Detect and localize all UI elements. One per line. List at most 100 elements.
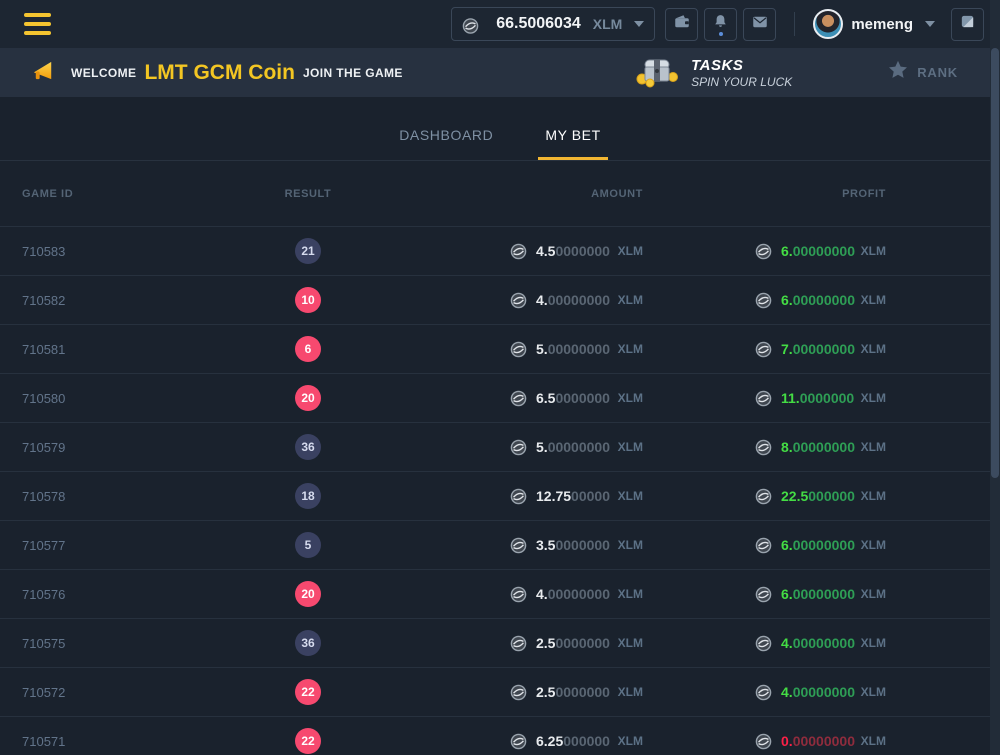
welcome-label: WELCOME bbox=[71, 66, 136, 80]
rank-label: RANK bbox=[917, 65, 958, 80]
currency-label: XLM bbox=[861, 587, 886, 601]
xlm-coin-icon bbox=[755, 537, 772, 554]
result-badge: 22 bbox=[295, 728, 321, 754]
amount-value: 2.50000000 bbox=[536, 635, 610, 651]
currency-label: XLM bbox=[618, 244, 643, 258]
currency-label: XLM bbox=[618, 685, 643, 699]
username: memeng bbox=[851, 16, 913, 33]
table-row[interactable]: 710576 20 4.00000000 XLM bbox=[0, 570, 1000, 619]
xlm-coin-icon bbox=[510, 684, 527, 701]
header-game-id: GAME ID bbox=[0, 188, 240, 200]
megaphone-icon bbox=[30, 57, 57, 89]
profit-significant: 22.5 bbox=[781, 488, 808, 504]
game-id: 710571 bbox=[0, 734, 240, 749]
amount-zeros: 00000000 bbox=[548, 439, 610, 455]
xlm-coin-icon bbox=[510, 733, 527, 750]
amount-value: 5.00000000 bbox=[536, 341, 610, 357]
result-badge: 20 bbox=[295, 581, 321, 607]
profit-value: 7.00000000 bbox=[781, 341, 855, 357]
amount-value: 4.00000000 bbox=[536, 586, 610, 602]
xlm-coin-icon bbox=[755, 390, 772, 407]
join-label: JOIN THE GAME bbox=[303, 66, 403, 80]
profit-value: 4.00000000 bbox=[781, 684, 855, 700]
header-result: RESULT bbox=[240, 188, 376, 200]
profit-value: 4.00000000 bbox=[781, 635, 855, 651]
xlm-coin-icon bbox=[510, 635, 527, 652]
currency-label: XLM bbox=[618, 538, 643, 552]
result-badge: 21 bbox=[295, 238, 321, 264]
currency-label: XLM bbox=[618, 734, 643, 748]
scrollbar[interactable] bbox=[990, 0, 1000, 755]
xlm-coin-icon bbox=[462, 16, 479, 33]
header-profit: PROFIT bbox=[660, 188, 990, 200]
wallet-button[interactable] bbox=[665, 8, 698, 41]
game-id: 710580 bbox=[0, 391, 240, 406]
xlm-coin-icon bbox=[510, 341, 527, 358]
amount-value: 2.50000000 bbox=[536, 684, 610, 700]
profit-significant: 6. bbox=[781, 537, 793, 553]
result-badge: 18 bbox=[295, 483, 321, 509]
rank-link[interactable]: RANK bbox=[887, 59, 958, 86]
result-badge: 20 bbox=[295, 385, 321, 411]
profit-zeros: 00000000 bbox=[793, 537, 855, 553]
xlm-coin-icon bbox=[755, 439, 772, 456]
notifications-button[interactable] bbox=[704, 8, 737, 41]
amount-zeros: 00000000 bbox=[548, 586, 610, 602]
result-badge: 6 bbox=[295, 336, 321, 362]
xlm-coin-icon bbox=[755, 292, 772, 309]
currency-label: XLM bbox=[618, 342, 643, 356]
xlm-coin-icon bbox=[510, 292, 527, 309]
profit-significant: 11. bbox=[781, 390, 800, 406]
game-id: 710582 bbox=[0, 293, 240, 308]
table-row[interactable]: 710582 10 4.00000000 XLM bbox=[0, 276, 1000, 325]
amount-zeros: 000000 bbox=[563, 733, 610, 749]
profit-value: 11.0000000 bbox=[781, 390, 854, 406]
tab-dashboard[interactable]: DASHBOARD bbox=[392, 127, 500, 160]
profit-zeros: 00000000 bbox=[793, 684, 855, 700]
table-header: GAME ID RESULT AMOUNT PROFIT bbox=[0, 161, 1000, 227]
tab-bar: DASHBOARD MY BET bbox=[0, 97, 1000, 161]
xlm-coin-icon bbox=[510, 390, 527, 407]
table-row[interactable]: 710579 36 5.00000000 XLM bbox=[0, 423, 1000, 472]
tasks-link[interactable]: TASKS SPIN YOUR LUCK bbox=[635, 52, 792, 93]
currency-label: XLM bbox=[618, 636, 643, 650]
profit-value: 6.00000000 bbox=[781, 586, 855, 602]
currency-label: XLM bbox=[618, 489, 643, 503]
profit-value: 22.5000000 bbox=[781, 488, 855, 504]
amount-significant: 5. bbox=[536, 439, 548, 455]
tab-my-bet[interactable]: MY BET bbox=[538, 127, 607, 160]
xlm-coin-icon bbox=[755, 586, 772, 603]
profit-significant: 4. bbox=[781, 684, 793, 700]
amount-zeros: 00000000 bbox=[548, 292, 610, 308]
table-row[interactable]: 710571 22 6.25000000 XLM bbox=[0, 717, 1000, 755]
treasure-chest-icon bbox=[635, 52, 679, 93]
table-row[interactable]: 710577 5 3.50000000 XLM bbox=[0, 521, 1000, 570]
user-menu[interactable]: memeng bbox=[813, 9, 935, 39]
top-bar: 66.5006034 XLM bbox=[0, 0, 1000, 48]
balance-selector[interactable]: 66.5006034 XLM bbox=[451, 7, 655, 41]
table-row[interactable]: 710583 21 4.50000000 XLM bbox=[0, 227, 1000, 276]
game-id: 710576 bbox=[0, 587, 240, 602]
messages-button[interactable] bbox=[743, 8, 776, 41]
wallet-icon bbox=[673, 13, 691, 36]
table-row[interactable]: 710581 6 5.00000000 XLM bbox=[0, 325, 1000, 374]
table-row[interactable]: 710575 36 2.50000000 XLM bbox=[0, 619, 1000, 668]
amount-zeros: 0000000 bbox=[555, 243, 610, 259]
profit-value: 6.00000000 bbox=[781, 537, 855, 553]
profit-significant: 0. bbox=[781, 733, 793, 749]
tasks-subtitle: SPIN YOUR LUCK bbox=[691, 75, 792, 89]
table-row[interactable]: 710578 18 12.7500000 XLM bbox=[0, 472, 1000, 521]
amount-significant: 12.75 bbox=[536, 488, 571, 504]
chevron-down-icon bbox=[634, 21, 644, 27]
table-row[interactable]: 710572 22 2.50000000 XLM bbox=[0, 668, 1000, 717]
scrollbar-thumb[interactable] bbox=[991, 48, 999, 478]
amount-significant: 6.5 bbox=[536, 390, 555, 406]
xlm-coin-icon bbox=[755, 341, 772, 358]
currency-label: XLM bbox=[618, 391, 643, 405]
currency-label: XLM bbox=[618, 440, 643, 454]
notification-dot bbox=[719, 32, 723, 36]
hamburger-menu-icon[interactable] bbox=[24, 13, 51, 35]
bet-history-table: GAME ID RESULT AMOUNT PROFIT 710583 21 4… bbox=[0, 161, 1000, 755]
table-row[interactable]: 710580 20 6.50000000 XLM bbox=[0, 374, 1000, 423]
chat-button[interactable] bbox=[951, 8, 984, 41]
